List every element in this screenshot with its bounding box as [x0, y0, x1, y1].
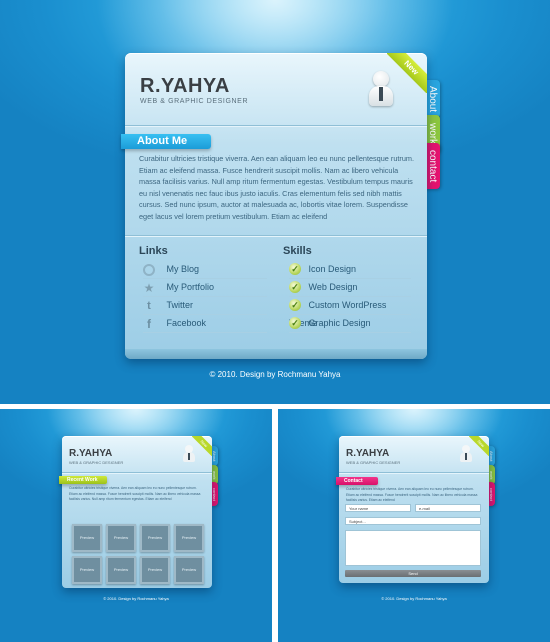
links-heading: Links [139, 245, 168, 257]
check-icon: ✓ [289, 281, 301, 293]
skill-item: ✓ Web Design [289, 278, 411, 297]
main-preview-panel: About work contact R.YAHYA WEB & GRAPHIC… [0, 0, 550, 404]
brand-tagline: WEB & GRAPHIC DESIGNER [69, 460, 124, 465]
recent-work-ribbon: Recent Work [59, 476, 107, 484]
header-divider [339, 472, 489, 474]
new-badge: New [192, 436, 212, 456]
link-label: My Portfolio [166, 282, 215, 292]
portfolio-thumb[interactable]: Preview [174, 524, 204, 552]
link-label: Facebook [166, 318, 207, 328]
skill-item: ✓ Custom WordPress Theme [289, 296, 411, 328]
send-button[interactable]: Send [345, 570, 481, 577]
new-badge-label: New [387, 53, 427, 93]
about-text: Curabitur ultricies tristique viverra. A… [139, 154, 414, 221]
about-divider [125, 235, 427, 237]
about-ribbon: About Me [121, 134, 211, 149]
skill-item: ✓ Graphic Design [289, 314, 411, 333]
footer-copyright: © 2010. Design by Rochmanu Yahya [209, 370, 341, 379]
name-field[interactable]: Your name [345, 504, 411, 512]
skill-label: Icon Design [308, 264, 357, 274]
twitter-icon: t [147, 299, 151, 312]
contact-card: R.YAHYA WEB & GRAPHIC DESIGNER New Conta… [336, 436, 489, 583]
link-my-blog[interactable]: My Blog [143, 260, 267, 279]
skill-label: Graphic Design [308, 318, 371, 328]
new-badge: New [469, 436, 489, 456]
star-icon: ★ [143, 280, 155, 295]
contact-ribbon: Contact [336, 477, 378, 485]
subject-field[interactable]: Subject... [345, 517, 481, 525]
footer-copyright: © 2010. Design by Rochmanu Yahya [103, 596, 169, 601]
facebook-icon: f [147, 316, 151, 331]
brand-tagline: WEB & GRAPHIC DESIGNER [140, 98, 249, 105]
new-badge-label: New [192, 436, 212, 456]
portfolio-thumb[interactable]: Preview [72, 524, 102, 552]
card-bottom-bar [125, 349, 427, 359]
skills-heading: Skills [283, 245, 312, 257]
footer-copyright: © 2010. Design by Rochmanu Yahya [381, 596, 447, 601]
portfolio-thumb[interactable]: Preview [174, 556, 204, 584]
portfolio-thumb[interactable]: Preview [140, 524, 170, 552]
brand-name: R.YAHYA [69, 448, 113, 459]
contact-intro-text: Curabitur ultricies tristique viverra. A… [346, 487, 478, 502]
contact-preview-panel: About work contact R.YAHYA WEB & GRAPHIC… [278, 409, 550, 642]
link-label: My Blog [166, 264, 200, 274]
portfolio-thumb[interactable]: Preview [106, 556, 136, 584]
portfolio-thumb[interactable]: Preview [140, 556, 170, 584]
work-intro-text: Curabitur ultricies tristique viverra. A… [69, 486, 201, 501]
message-textarea[interactable] [345, 530, 481, 566]
email-field[interactable]: e-mail [415, 504, 481, 512]
check-icon: ✓ [289, 299, 301, 311]
skill-item: ✓ Icon Design [289, 260, 411, 279]
header-divider [62, 472, 212, 474]
link-facebook[interactable]: f Facebook [143, 314, 267, 333]
check-icon: ✓ [289, 317, 301, 329]
profile-card: R.YAHYA WEB & GRAPHIC DESIGNER New About… [121, 53, 427, 359]
blog-icon [143, 263, 155, 276]
skill-label: Web Design [308, 282, 358, 292]
new-badge: New [387, 53, 427, 93]
portfolio-thumb[interactable]: Preview [106, 524, 136, 552]
check-icon: ✓ [289, 263, 301, 275]
header-divider [125, 125, 427, 127]
brand-name: R.YAHYA [346, 448, 390, 459]
link-label: Twitter [166, 300, 194, 310]
link-my-portfolio[interactable]: ★ My Portfolio [143, 278, 267, 297]
link-twitter[interactable]: t Twitter [143, 296, 267, 315]
portfolio-thumb[interactable]: Preview [72, 556, 102, 584]
new-badge-label: New [469, 436, 489, 456]
brand-name: R.YAHYA [140, 75, 230, 97]
work-card: R.YAHYA WEB & GRAPHIC DESIGNER New Recen… [59, 436, 212, 588]
brand-tagline: WEB & GRAPHIC DESIGNER [346, 460, 401, 465]
work-preview-panel: About work contact R.YAHYA WEB & GRAPHIC… [0, 409, 272, 642]
